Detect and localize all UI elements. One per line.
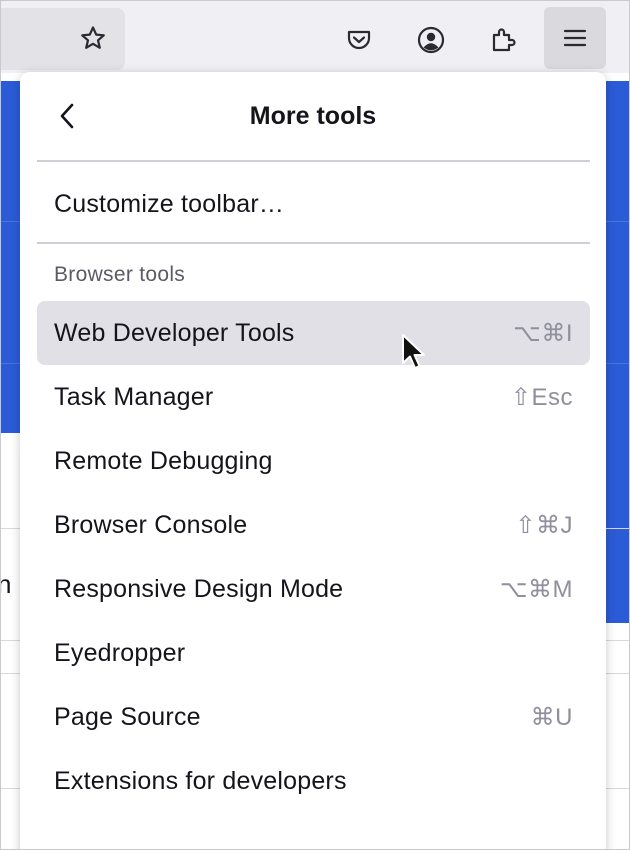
extensions-button[interactable] xyxy=(473,10,533,70)
account-icon xyxy=(417,26,445,54)
menu-item-shortcut: ⌘U xyxy=(530,703,573,731)
menu-item-eyedropper[interactable]: Eyedropper xyxy=(37,621,590,685)
separator xyxy=(37,160,590,162)
menu-item-web-developer-tools[interactable]: Web Developer Tools ⌥⌘I xyxy=(37,301,590,365)
star-icon xyxy=(81,26,105,49)
panel-header: More tools xyxy=(20,72,606,162)
url-bar[interactable] xyxy=(1,8,125,70)
separator xyxy=(37,242,590,244)
menu-item-label: Task Manager xyxy=(54,382,214,411)
pocket-button[interactable] xyxy=(329,10,389,70)
menu-item-label: Web Developer Tools xyxy=(54,318,295,347)
pocket-icon xyxy=(347,30,371,50)
bookmark-star-button[interactable] xyxy=(64,10,122,68)
browser-window: n xyxy=(0,0,630,850)
page-partial-text: n xyxy=(1,569,11,600)
menu-item-task-manager[interactable]: Task Manager ⇧Esc xyxy=(37,365,590,429)
menu-item-label: Extensions for developers xyxy=(54,766,347,795)
menu-item-shortcut: ⌥⌘I xyxy=(513,319,573,347)
menu-item-browser-console[interactable]: Browser Console ⇧⌘J xyxy=(37,493,590,557)
puzzle-icon xyxy=(492,28,516,52)
menu-item-label: Customize toolbar… xyxy=(54,189,285,218)
menu-item-shortcut: ⌥⌘M xyxy=(499,575,573,603)
menu-item-shortcut: ⇧⌘J xyxy=(515,511,573,539)
menu-item-page-source[interactable]: Page Source ⌘U xyxy=(37,685,590,749)
menu-item-label: Eyedropper xyxy=(54,638,186,667)
menu-item-extensions-for-developers[interactable]: Extensions for developers xyxy=(37,749,590,813)
account-button[interactable] xyxy=(401,10,461,70)
panel-title: More tools xyxy=(249,102,377,130)
section-header-browser-tools: Browser tools xyxy=(54,263,186,286)
more-tools-panel: More tools Customize toolbar… Browser to… xyxy=(20,72,606,849)
menu-item-label: Browser Console xyxy=(54,510,248,539)
mouse-cursor-icon xyxy=(402,334,425,369)
menu-item-label: Page Source xyxy=(54,702,201,731)
menu-item-label: Remote Debugging xyxy=(54,446,273,475)
menu-item-responsive-design-mode[interactable]: Responsive Design Mode ⌥⌘M xyxy=(37,557,590,621)
menu-item-remote-debugging[interactable]: Remote Debugging xyxy=(37,429,590,493)
menu-item-label: Responsive Design Mode xyxy=(54,574,344,603)
browser-toolbar xyxy=(1,1,629,73)
app-menu-button[interactable] xyxy=(544,7,606,69)
hamburger-icon xyxy=(563,29,587,47)
customize-toolbar-item[interactable]: Customize toolbar… xyxy=(37,172,590,236)
menu-item-shortcut: ⇧Esc xyxy=(510,383,573,411)
